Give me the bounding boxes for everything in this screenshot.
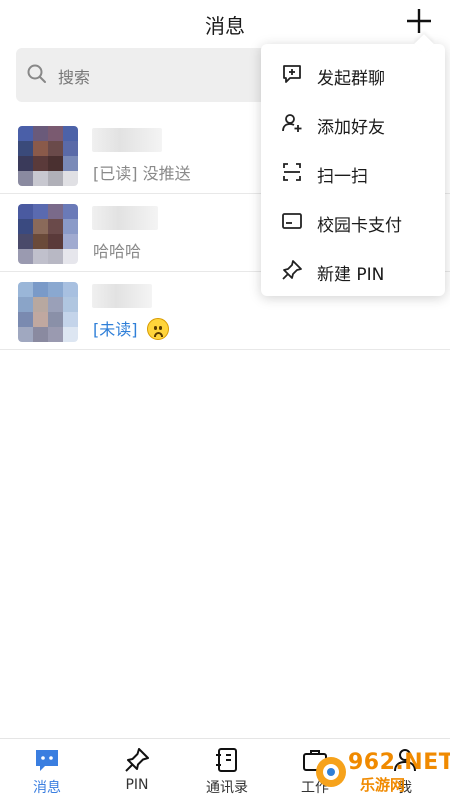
- add-user-icon: [282, 114, 302, 132]
- tab-label: 通讯录: [206, 780, 248, 796]
- menu-item-add-friend[interactable]: 添加好友: [261, 99, 445, 148]
- tab-label: 消息: [33, 780, 61, 796]
- unread-status: [未读]: [93, 320, 138, 339]
- menu-item-campus-card-pay[interactable]: 校园卡支付: [261, 197, 445, 246]
- preview-text: 哈哈哈: [93, 242, 142, 261]
- watermark-logo-icon: [316, 757, 346, 787]
- menu-item-label: 添加好友: [317, 118, 385, 138]
- add-button[interactable]: [404, 6, 434, 36]
- read-status: [已读]: [93, 164, 138, 183]
- tab-contacts[interactable]: 通讯录: [187, 739, 267, 800]
- card-icon: [282, 213, 302, 229]
- contact-name-blurred: [92, 206, 158, 230]
- menu-item-label: 扫一扫: [317, 167, 368, 187]
- menu-item-scan[interactable]: 扫一扫: [261, 148, 445, 197]
- menu-item-label: 发起群聊: [317, 69, 385, 89]
- watermark-subtext: 乐游网: [360, 776, 406, 794]
- sad-face-emoji-icon: [146, 318, 169, 340]
- watermark-text: 962.NET: [348, 750, 450, 775]
- pin-icon: [282, 260, 302, 280]
- contact-name-blurred: [92, 128, 162, 152]
- contacts-icon: [216, 748, 237, 772]
- avatar: [18, 126, 78, 186]
- add-menu-popup: 发起群聊 添加好友 扫一扫 校园卡支付 新建 PIN: [261, 44, 445, 296]
- tab-messages[interactable]: 消息: [7, 739, 87, 800]
- menu-item-label: 校园卡支付: [317, 216, 402, 236]
- avatar: [18, 204, 78, 264]
- menu-item-new-pin[interactable]: 新建 PIN: [261, 246, 445, 295]
- search-placeholder: 搜索: [58, 68, 91, 87]
- contact-name-blurred: [92, 284, 152, 308]
- page-title: 消息: [205, 14, 245, 38]
- menu-item-start-group-chat[interactable]: 发起群聊: [261, 50, 445, 99]
- avatar: [18, 282, 78, 342]
- site-watermark: 962.NET 乐游网: [314, 750, 450, 796]
- tab-label: PIN: [125, 777, 149, 793]
- chat-icon: [36, 750, 58, 771]
- message-preview: [未读]: [93, 316, 169, 340]
- tab-pin[interactable]: PIN: [97, 739, 177, 800]
- menu-item-label: 新建 PIN: [317, 265, 385, 285]
- title-bar: 消息: [0, 0, 450, 44]
- pin-icon: [125, 748, 149, 772]
- preview-text: 没推送: [142, 164, 191, 183]
- chat-plus-icon: [283, 65, 301, 83]
- scan-icon: [283, 163, 301, 181]
- message-preview: [已读] 没推送: [93, 160, 191, 184]
- search-icon: [27, 64, 46, 83]
- message-preview: 哈哈哈: [93, 238, 141, 262]
- plus-icon: [407, 9, 431, 33]
